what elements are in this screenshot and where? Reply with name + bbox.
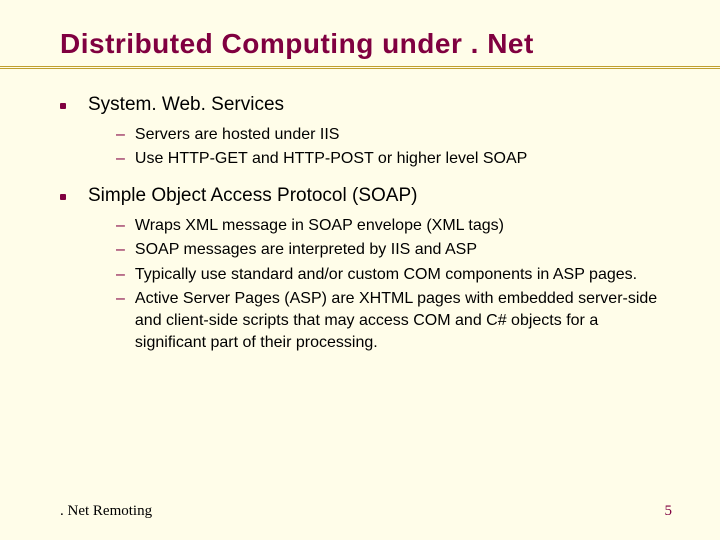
dash-icon: – (116, 124, 125, 146)
sub-bullet-item: – Use HTTP-GET and HTTP-POST or higher l… (116, 148, 672, 170)
sub-bullet-item: – Typically use standard and/or custom C… (116, 264, 672, 286)
sub-bullet-text: SOAP messages are interpreted by IIS and… (135, 239, 477, 261)
sub-bullet-text: Wraps XML message in SOAP envelope (XML … (135, 215, 504, 237)
dash-icon: – (116, 215, 125, 237)
sub-list: – Wraps XML message in SOAP envelope (XM… (116, 215, 672, 354)
dash-icon: – (116, 239, 125, 261)
title-underline (0, 66, 720, 69)
bullet-item: System. Web. Services (60, 93, 672, 118)
sub-bullet-item: – Servers are hosted under IIS (116, 124, 672, 146)
slide-number: 5 (665, 503, 673, 520)
sub-bullet-item: – Active Server Pages (ASP) are XHTML pa… (116, 288, 672, 353)
sub-bullet-item: – Wraps XML message in SOAP envelope (XM… (116, 215, 672, 237)
dash-icon: – (116, 288, 125, 310)
bullet-text: Simple Object Access Protocol (SOAP) (88, 184, 417, 209)
footer-left-text: . Net Remoting (60, 503, 152, 520)
bullet-text: System. Web. Services (88, 93, 284, 118)
slide-footer: . Net Remoting 5 (60, 503, 672, 520)
sub-bullet-text: Use HTTP-GET and HTTP-POST or higher lev… (135, 148, 527, 170)
bullet-icon (60, 194, 66, 200)
sub-bullet-text: Servers are hosted under IIS (135, 124, 340, 146)
slide-content: System. Web. Services – Servers are host… (60, 93, 672, 353)
sub-bullet-item: – SOAP messages are interpreted by IIS a… (116, 239, 672, 261)
dash-icon: – (116, 264, 125, 286)
bullet-icon (60, 103, 66, 109)
dash-icon: – (116, 148, 125, 170)
slide-title: Distributed Computing under . Net (60, 28, 672, 60)
sub-list: – Servers are hosted under IIS – Use HTT… (116, 124, 672, 170)
slide: Distributed Computing under . Net System… (0, 0, 720, 540)
sub-bullet-text: Active Server Pages (ASP) are XHTML page… (135, 288, 672, 353)
sub-bullet-text: Typically use standard and/or custom COM… (135, 264, 637, 286)
bullet-item: Simple Object Access Protocol (SOAP) (60, 184, 672, 209)
